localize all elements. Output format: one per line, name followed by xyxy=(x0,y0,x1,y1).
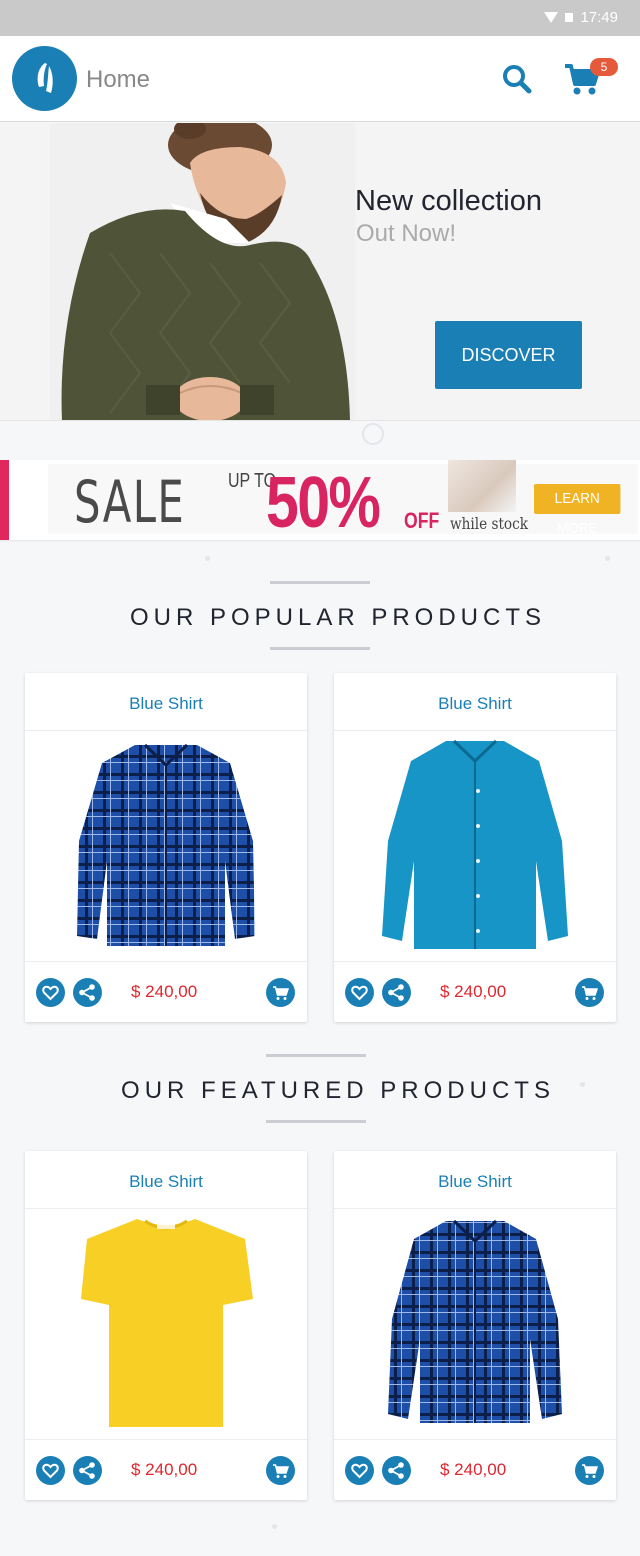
share-icon[interactable] xyxy=(382,1456,411,1485)
background-dot-decoration xyxy=(605,556,610,561)
section-divider xyxy=(266,1120,366,1123)
product-image-plaid-shirt[interactable] xyxy=(334,1209,616,1439)
product-name[interactable]: Blue Shirt xyxy=(25,673,307,731)
sale-label: SALE xyxy=(74,468,186,536)
product-price: $ 240,00 xyxy=(131,982,198,1001)
app-header: Home 5 xyxy=(0,36,640,122)
heart-icon[interactable] xyxy=(36,978,65,1007)
product-card[interactable]: Blue Shirt $ 240,00 xyxy=(334,673,616,1022)
product-card-footer: $ 240,00 xyxy=(334,1439,616,1500)
product-image-teal-shirt[interactable] xyxy=(334,731,616,961)
heart-icon[interactable] xyxy=(36,1456,65,1485)
section-title-featured: OUR FEATURED PRODUCTS xyxy=(121,1077,555,1104)
add-to-cart-icon[interactable] xyxy=(266,1456,295,1485)
hero-banner: New collection Out Now! DISCOVER xyxy=(0,123,640,421)
heart-icon[interactable] xyxy=(345,1456,374,1485)
hero-title: New collection xyxy=(355,185,542,217)
product-image-yellow-tshirt[interactable] xyxy=(25,1209,307,1439)
banner-accent-bar xyxy=(0,460,9,540)
section-divider xyxy=(270,581,370,584)
logo-icon[interactable] xyxy=(12,46,77,111)
learn-more-button[interactable]: LEARN MORE xyxy=(534,484,621,537)
sale-note: while stock xyxy=(450,514,528,533)
product-name[interactable]: Blue Shirt xyxy=(334,673,616,731)
section-title-popular: OUR POPULAR PRODUCTS xyxy=(129,604,547,631)
sale-off-label: OFF xyxy=(404,508,440,533)
status-time: 17:49 xyxy=(580,9,618,26)
product-card[interactable]: Blue Shirt $ 240,00 xyxy=(334,1151,616,1500)
background-circle-decoration xyxy=(362,423,384,445)
product-price: $ 240,00 xyxy=(440,1460,507,1479)
share-icon[interactable] xyxy=(73,1456,102,1485)
battery-icon xyxy=(565,13,574,22)
sale-percent-label: 50% xyxy=(266,463,381,540)
discover-button[interactable]: DISCOVER xyxy=(435,321,582,389)
heart-icon[interactable] xyxy=(345,978,374,1007)
hero-model-image xyxy=(50,123,355,420)
product-card-footer: $ 240,00 xyxy=(334,961,616,1022)
product-price: $ 240,00 xyxy=(440,982,507,1001)
section-divider xyxy=(266,1054,366,1057)
product-card[interactable]: Blue Shirt $ 240,00 xyxy=(25,673,307,1022)
product-image-plaid-shirt[interactable] xyxy=(25,731,307,961)
background-dot-decoration xyxy=(205,556,210,561)
search-icon[interactable] xyxy=(500,62,534,96)
share-icon[interactable] xyxy=(382,978,411,1007)
page-title: Home xyxy=(86,66,151,93)
add-to-cart-icon[interactable] xyxy=(266,978,295,1007)
sale-model-image xyxy=(448,460,516,512)
add-to-cart-icon[interactable] xyxy=(575,1456,604,1485)
cart-count-badge: 5 xyxy=(590,58,618,76)
background-dot-decoration xyxy=(272,1524,277,1529)
product-name[interactable]: Blue Shirt xyxy=(25,1151,307,1209)
product-price: $ 240,00 xyxy=(131,1460,198,1479)
product-card[interactable]: Blue Shirt $ 240,00 xyxy=(25,1151,307,1500)
sale-banner-content: SALE UP TO 50% OFF while stock LEARN MOR… xyxy=(48,460,638,540)
product-card-footer: $ 240,00 xyxy=(25,961,307,1022)
status-bar: 17:49 xyxy=(0,0,640,36)
section-divider xyxy=(270,647,370,650)
add-to-cart-icon[interactable] xyxy=(575,978,604,1007)
sale-banner[interactable]: SALE UP TO 50% OFF while stock LEARN MOR… xyxy=(0,460,640,540)
product-card-footer: $ 240,00 xyxy=(25,1439,307,1500)
product-name[interactable]: Blue Shirt xyxy=(334,1151,616,1209)
wifi-icon xyxy=(544,12,559,23)
hero-subtitle: Out Now! xyxy=(356,220,457,247)
share-icon[interactable] xyxy=(73,978,102,1007)
